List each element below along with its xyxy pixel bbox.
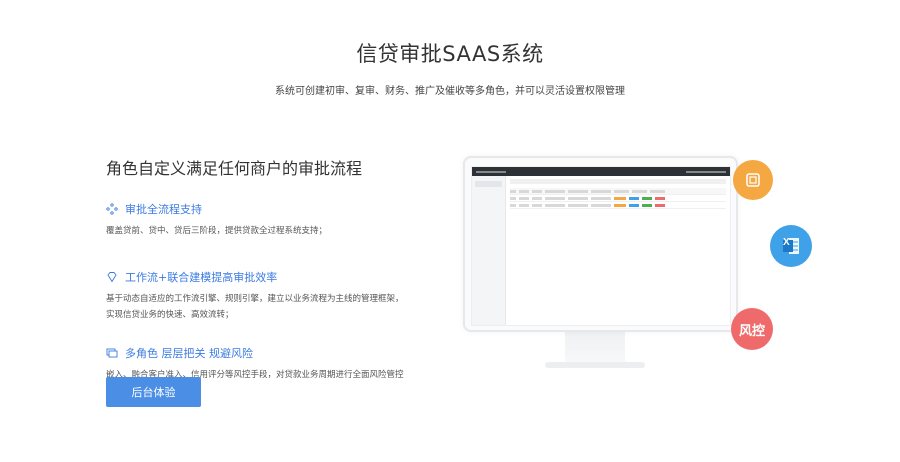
risk-control-badge: 风控 bbox=[731, 308, 773, 350]
excel-letter: X bbox=[783, 237, 790, 248]
section-heading: 角色自定义满足任何商户的审批流程 bbox=[106, 159, 363, 178]
monitor-base bbox=[545, 362, 645, 368]
admin-screenshot bbox=[471, 166, 731, 326]
feature-item: 审批全流程支持 覆盖贷前、贷中、贷后三阶段，提供贷款全过程系统支持； bbox=[106, 201, 406, 239]
scan-icon bbox=[746, 173, 760, 187]
scan-badge bbox=[733, 160, 773, 200]
excel-badge: X bbox=[770, 225, 812, 267]
page-subtitle: 系统可创建初审、复审、财务、推广及催收等多角色，并可以灵活设置权限管理 bbox=[275, 86, 625, 97]
mini-topbar bbox=[472, 167, 730, 176]
feature-title: 多角色 层层把关 规避风险 bbox=[125, 347, 253, 360]
mini-sidebar bbox=[472, 176, 506, 325]
monitor-stand bbox=[565, 331, 625, 365]
feature-desc: 基于动态自适应的工作流引擎、规则引擎，建立以业务流程为主线的管理框架，实现信贷业… bbox=[106, 294, 404, 320]
diamond-icon bbox=[107, 272, 117, 283]
feature-title: 工作流+联合建模提高审批效率 bbox=[125, 271, 278, 284]
layers-icon bbox=[106, 348, 118, 358]
monitor-illustration bbox=[463, 156, 738, 332]
feature-desc: 覆盖贷前、贷中、贷后三阶段，提供贷款全过程系统支持； bbox=[106, 226, 328, 236]
mini-table bbox=[510, 179, 726, 209]
page-title: 信贷审批SAAS系统 bbox=[356, 42, 544, 66]
process-icon bbox=[106, 203, 118, 215]
feature-title: 审批全流程支持 bbox=[125, 203, 202, 216]
admin-demo-button[interactable]: 后台体验 bbox=[106, 377, 201, 407]
feature-item: 工作流+联合建模提高审批效率 基于动态自适应的工作流引擎、规则引擎，建立以业务流… bbox=[106, 269, 406, 323]
